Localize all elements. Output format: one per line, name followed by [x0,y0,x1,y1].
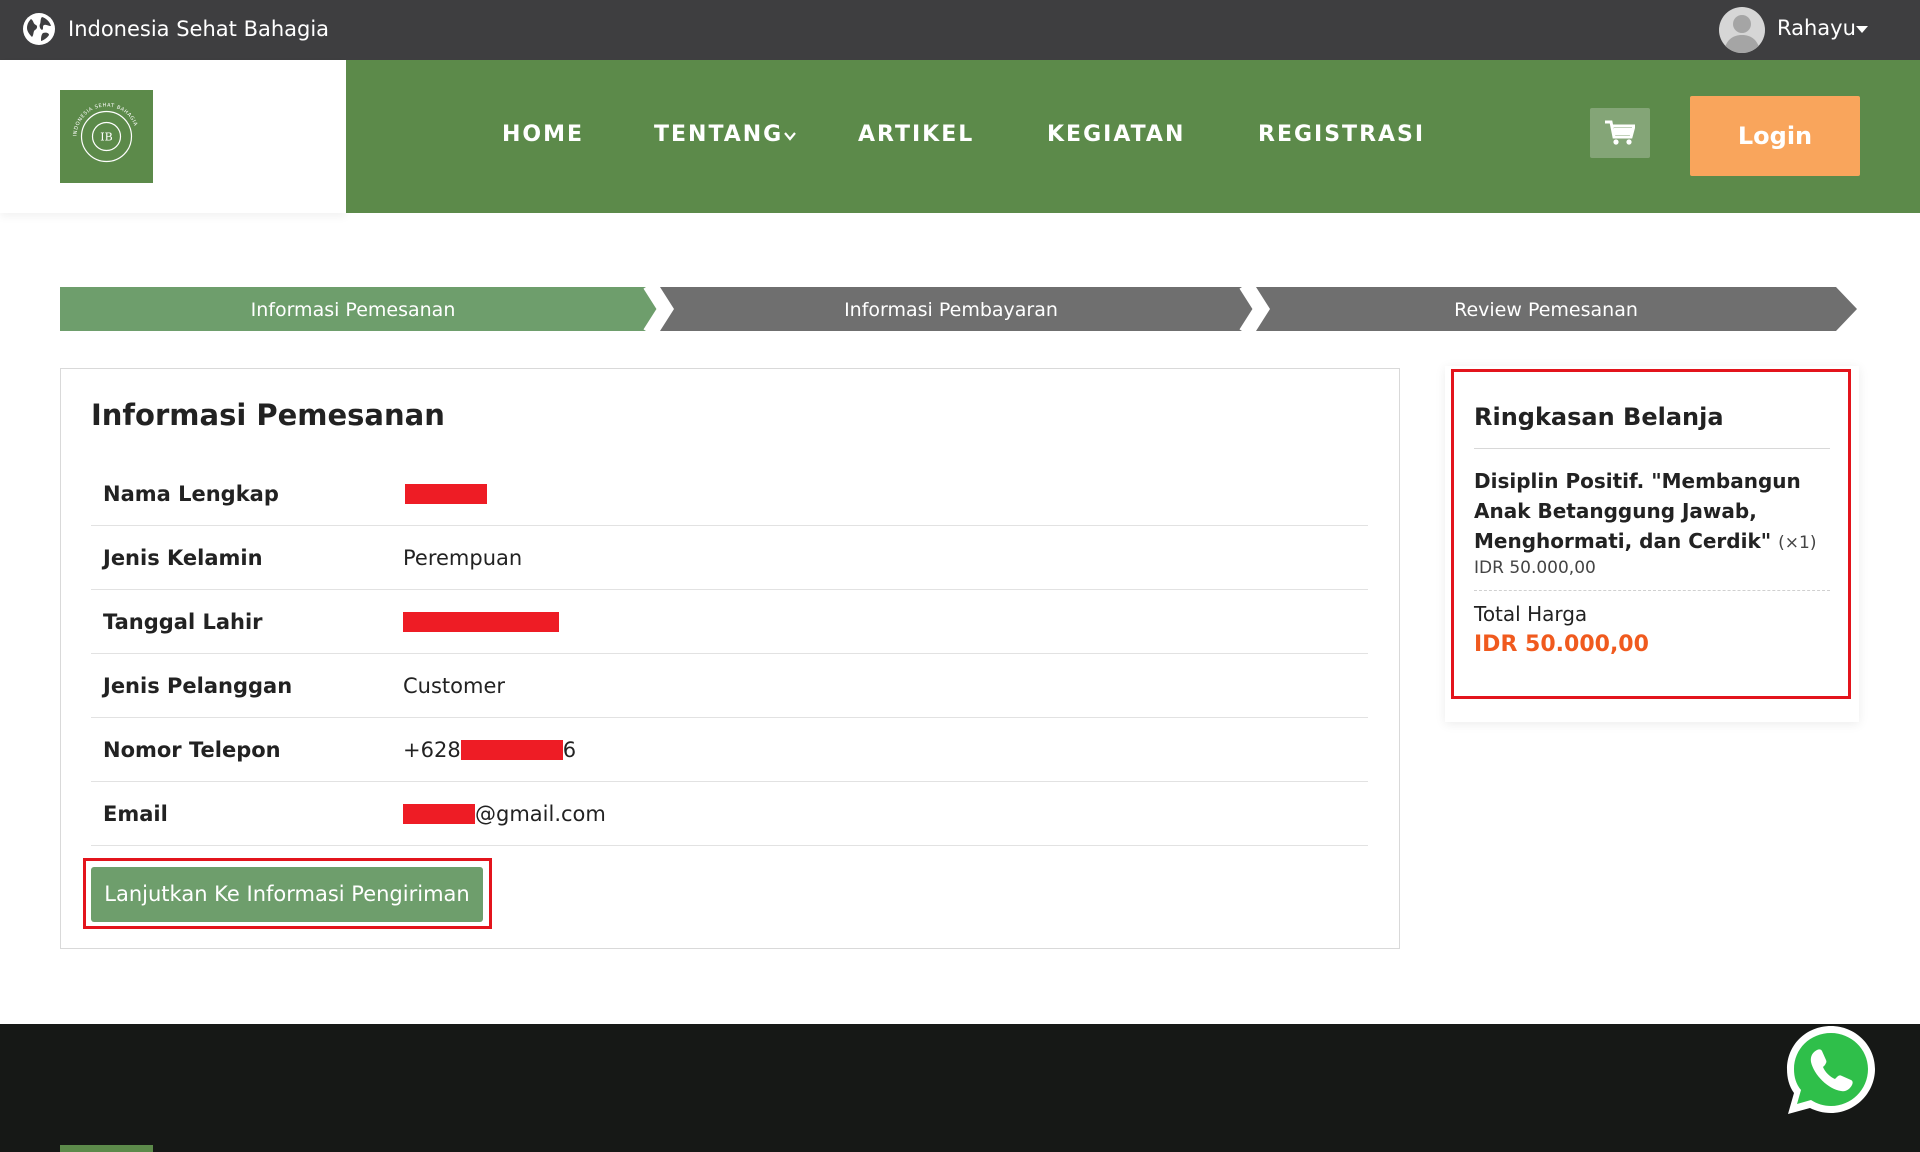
top-bar: Indonesia Sehat Bahagia Rahayu [0,0,1920,60]
summary-total-value: IDR 50.000,00 [1474,632,1649,657]
redaction-block [403,804,475,824]
row-jenis-pelanggan: Jenis Pelanggan Customer [91,654,1368,718]
globe-icon [23,13,55,45]
whatsapp-icon[interactable] [1781,1020,1881,1120]
step-informasi-pembayaran[interactable]: Informasi Pembayaran [660,299,1242,321]
row-value: Customer [403,674,506,698]
row-value [405,482,487,506]
nav-tentang[interactable]: TENTANG [654,122,783,147]
divider [1474,448,1830,449]
redaction-block [405,484,487,504]
site-name[interactable]: Indonesia Sehat Bahagia [68,17,329,41]
nav-home[interactable]: HOME [502,122,584,147]
nav-artikel[interactable]: ARTIKEL [858,122,974,147]
chevron-down-icon[interactable] [782,128,798,144]
divider [1474,590,1830,591]
summary-item-price: IDR 50.000,00 [1474,558,1596,578]
header-logo-area [0,60,346,213]
row-value: +628 6 [403,738,576,762]
row-value: Perempuan [403,546,523,570]
row-email: Email @gmail.com [91,782,1368,846]
row-jenis-kelamin: Jenis Kelamin Perempuan [91,526,1368,590]
summary-item-qty: (×1) [1778,533,1817,553]
shopping-cart-icon [1605,120,1635,145]
row-label: Email [103,802,168,826]
footer [0,1024,1920,1152]
row-label: Nomor Telepon [103,738,281,762]
redaction-block [403,612,559,632]
row-value: @gmail.com [403,802,606,826]
nav-kegiatan[interactable]: KEGIATAN [1047,122,1185,147]
email-domain: @gmail.com [475,802,606,826]
nav-registrasi[interactable]: REGISTRASI [1258,122,1425,147]
login-button[interactable]: Login [1690,96,1860,176]
svg-text:IB: IB [100,131,112,144]
summary-total-label: Total Harga [1474,602,1588,626]
order-info-title: Informasi Pemesanan [91,398,445,432]
checkout-steps: Informasi Pemesanan Informasi Pembayaran… [60,287,1860,331]
caret-down-icon[interactable] [1856,26,1868,33]
step-review-pemesanan[interactable]: Review Pemesanan [1256,299,1836,321]
site-logo[interactable]: INDONESIA SEHAT BAHAGIA IB [60,90,153,183]
row-nama-lengkap: Nama Lengkap [91,462,1368,526]
row-label: Jenis Pelanggan [103,674,293,698]
row-value [403,610,559,634]
row-nomor-telepon: Nomor Telepon +628 6 [91,718,1368,782]
summary-item-name: Disiplin Positif. "Membangun Anak Betang… [1474,469,1801,553]
row-label: Jenis Kelamin [103,546,263,570]
user-name[interactable]: Rahayu [1777,16,1856,40]
user-avatar-icon[interactable] [1719,7,1765,53]
continue-to-shipping-button[interactable]: Lanjutkan Ke Informasi Pengiriman [91,867,483,922]
redaction-block [460,740,563,760]
phone-prefix: +628 [403,738,461,762]
row-label: Nama Lengkap [103,482,279,506]
row-label: Tanggal Lahir [103,610,263,634]
cart-button[interactable] [1590,108,1650,158]
summary-title: Ringkasan Belanja [1474,403,1724,431]
footer-logo [60,1145,153,1152]
phone-suffix: 6 [562,738,577,762]
step-informasi-pemesanan[interactable]: Informasi Pemesanan [60,299,646,321]
summary-item: Disiplin Positif. "Membangun Anak Betang… [1474,466,1824,558]
row-tanggal-lahir: Tanggal Lahir [91,590,1368,654]
